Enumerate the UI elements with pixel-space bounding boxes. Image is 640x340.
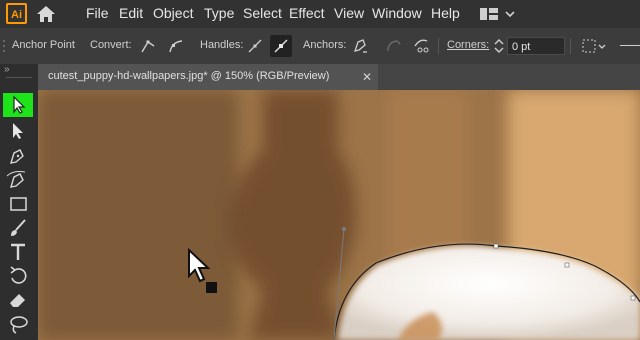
document-tab[interactable]: cutest_puppy-hd-wallpapers.jpg* @ 150% (… <box>38 64 378 90</box>
menu-select[interactable]: Select <box>243 5 282 21</box>
type-tool-icon[interactable] <box>3 240 33 264</box>
hide-handles-button[interactable] <box>270 35 292 57</box>
artboard-canvas[interactable] <box>38 90 640 340</box>
document-image <box>38 90 640 340</box>
selection-tool[interactable] <box>3 93 33 117</box>
direct-selection-tool-icon[interactable] <box>3 120 33 144</box>
grip-icon <box>3 40 5 52</box>
menu-object[interactable]: Object <box>153 5 193 21</box>
corners-stepper-icon[interactable] <box>492 36 506 56</box>
menu-file[interactable]: File <box>86 5 109 21</box>
anchors-label: Anchors: <box>303 39 347 51</box>
menu-view[interactable]: View <box>334 5 364 21</box>
panel-menu-icon[interactable] <box>620 45 640 46</box>
rotate-tool-icon[interactable] <box>3 264 33 288</box>
app-logo: Ai <box>6 3 27 24</box>
remove-anchor-pen-icon[interactable] <box>350 36 370 56</box>
pen-tool-icon[interactable] <box>3 144 33 168</box>
menu-bar: Ai File Edit Object Type Select Effect V… <box>0 0 640 28</box>
anchor-point-label: Anchor Point <box>12 39 75 51</box>
selection-tool-icon <box>13 95 26 114</box>
menu-window[interactable]: Window <box>372 5 422 21</box>
workspace-switcher-icon[interactable] <box>479 6 519 22</box>
menu-type[interactable]: Type <box>204 5 234 21</box>
convert-label: Convert: <box>90 39 132 51</box>
close-icon[interactable]: ✕ <box>362 70 372 84</box>
lasso-tool-icon[interactable] <box>3 312 33 336</box>
rectangle-tool-icon[interactable] <box>3 192 33 216</box>
convert-smooth-icon[interactable] <box>166 36 186 56</box>
corners-label[interactable]: Corners: <box>447 39 489 51</box>
document-tab-title: cutest_puppy-hd-wallpapers.jpg* @ 150% (… <box>48 70 330 82</box>
divider <box>438 38 439 54</box>
cut-path-icon[interactable] <box>412 36 432 56</box>
paintbrush-tool-icon[interactable] <box>3 216 33 240</box>
show-handles-icon[interactable] <box>245 36 265 56</box>
home-icon[interactable] <box>36 5 56 23</box>
menu-edit[interactable]: Edit <box>119 5 143 21</box>
menu-effect[interactable]: Effect <box>289 5 325 21</box>
document-tab-bar: cutest_puppy-hd-wallpapers.jpg* @ 150% (… <box>38 64 640 90</box>
align-options-icon[interactable] <box>580 36 608 56</box>
divider <box>6 77 32 78</box>
divider <box>570 38 571 54</box>
tools-panel: » <box>0 64 38 340</box>
convert-corner-icon[interactable] <box>138 36 158 56</box>
menu-help[interactable]: Help <box>431 5 460 21</box>
corners-input[interactable]: 0 pt <box>507 37 565 55</box>
direct-selection-cursor-icon <box>188 248 217 293</box>
curvature-tool-icon[interactable] <box>3 168 33 192</box>
hide-handles-icon <box>274 39 288 53</box>
connect-anchors-icon[interactable] <box>383 36 403 56</box>
collapse-toolbar-icon[interactable]: » <box>4 64 10 75</box>
handles-label: Handles: <box>200 39 244 51</box>
eraser-tool-icon[interactable] <box>3 288 33 312</box>
